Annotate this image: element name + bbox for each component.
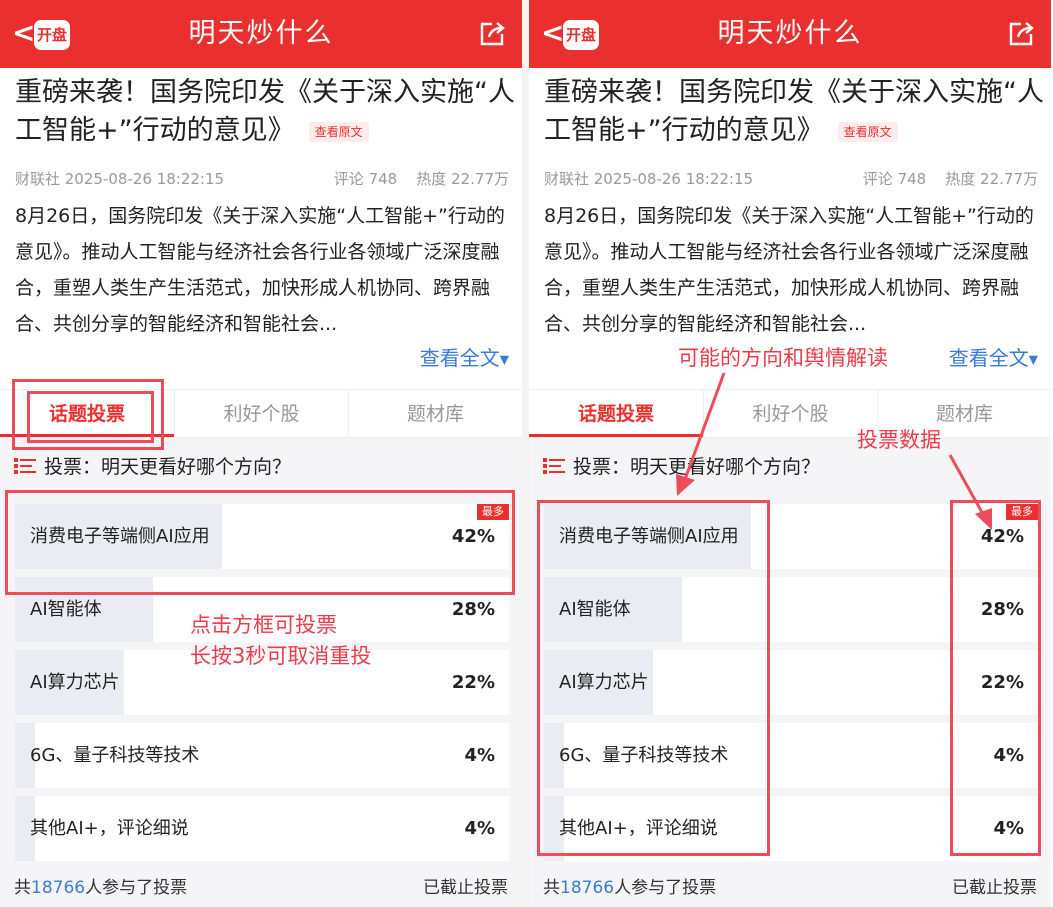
tab-theme-library[interactable]: 题材库 [348, 390, 522, 438]
annotation-long-press: 长按3秒可取消重投 [190, 644, 372, 668]
highlight-box-options [537, 500, 770, 856]
source-time: 财联社 2025-08-26 18:22:15 [544, 170, 754, 188]
vote-footer: 共18766人参与了投票 已截止投票 [14, 876, 508, 900]
page-title: 明天炒什么 [717, 18, 863, 49]
stats: 评论 748 热度 22.77万 [334, 169, 509, 189]
participants-prefix: 共 [543, 878, 560, 898]
article-title: 重磅来袭！国务院印发《关于深入实施“人工智能+”行动的意见》 [544, 77, 1044, 146]
article-headline: 重磅来袭！国务院印发《关于深入实施“人工智能+”行动的意见》 查看原文 [15, 74, 515, 150]
share-icon[interactable] [478, 20, 506, 48]
tab-topic-vote[interactable]: 话题投票 [529, 390, 703, 438]
annotation-direction-interpretation: 可能的方向和舆情解读 [678, 343, 888, 373]
view-original-link[interactable]: 查看原文 [837, 121, 898, 142]
caret-down-icon: ▼ [499, 352, 509, 367]
vote-option-label: AI算力芯片 [30, 672, 120, 693]
comment-count: 评论 748 [333, 170, 398, 188]
tab-beneficiary-stocks[interactable]: 利好个股 [174, 390, 348, 438]
vote-option[interactable]: 其他AI+，评论细说 4% [15, 796, 509, 861]
left-screen-panel: < 开盘 明天炒什么 重磅来袭！国务院印发《关于深入实施“人工智能+”行动的意见… [0, 0, 522, 907]
vote-option-percent: 22% [451, 672, 495, 693]
highlight-box-topic-tab-inner [27, 391, 154, 443]
participants-count: 18766 [31, 878, 86, 898]
stats: 评论 748 热度 22.77万 [863, 169, 1038, 189]
vote-question-text: 投票：明天更看好哪个方向？ [573, 456, 821, 478]
read-more-link[interactable]: 查看全文▼ [949, 341, 1038, 377]
vote-option-percent: 4% [464, 745, 495, 766]
share-icon[interactable] [1007, 20, 1035, 48]
heat-count: 热度 22.77万 [945, 170, 1038, 188]
list-icon [14, 458, 36, 474]
article-title: 重磅来袭！国务院印发《关于深入实施“人工智能+”行动的意见》 [15, 77, 515, 146]
screenshot-composite: < 开盘 明天炒什么 重磅来袭！国务院印发《关于深入实施“人工智能+”行动的意见… [0, 0, 1053, 907]
article-summary: 8月26日，国务院印发《关于深入实施“人工智能+”行动的意见》。推动人工智能与经… [15, 205, 505, 335]
vote-question: 投票：明天更看好哪个方向？ [14, 453, 291, 481]
annotation-tap-to-vote: 点击方框可投票 [190, 613, 337, 637]
participants-count: 18766 [560, 878, 615, 898]
highlight-box-first-option [5, 490, 515, 595]
vote-option-percent: 4% [464, 818, 495, 839]
vote-option[interactable]: 6G、量子科技等技术 4% [15, 723, 509, 788]
article-meta: 财联社 2025-08-26 18:22:15 评论 748 热度 22.77万 [15, 169, 509, 189]
vote-question-text: 投票：明天更看好哪个方向？ [44, 456, 292, 478]
vote-option-label: 其他AI+，评论细说 [30, 818, 189, 839]
participants-prefix: 共 [14, 878, 31, 898]
source-time: 财联社 2025-08-26 18:22:15 [15, 170, 225, 188]
read-more-link[interactable]: 查看全文▼ [420, 341, 509, 377]
top-bar: < 开盘 明天炒什么 [0, 0, 522, 68]
article-summary: 8月26日，国务院印发《关于深入实施“人工智能+”行动的意见》。推动人工智能与经… [544, 205, 1034, 335]
read-more-label: 查看全文 [419, 346, 500, 370]
list-icon [543, 458, 565, 474]
view-original-link[interactable]: 查看原文 [308, 121, 369, 142]
caret-down-icon: ▼ [1028, 352, 1038, 367]
top-bar: < 开盘 明天炒什么 [529, 0, 1051, 68]
tab-beneficiary-stocks[interactable]: 利好个股 [703, 390, 877, 438]
comment-count: 评论 748 [862, 170, 927, 188]
tab-bar: 话题投票 利好个股 题材库 [529, 389, 1051, 438]
heat-count: 热度 22.77万 [416, 170, 509, 188]
read-more-label: 查看全文 [948, 346, 1029, 370]
participants-suffix: 人参与了投票 [85, 878, 188, 898]
article-headline: 重磅来袭！国务院印发《关于深入实施“人工智能+”行动的意见》 查看原文 [544, 74, 1044, 150]
vote-closed-label: 已截止投票 [952, 878, 1037, 898]
annotation-vote-data: 投票数据 [857, 428, 941, 452]
page-title: 明天炒什么 [188, 18, 334, 49]
active-tab-indicator [529, 434, 703, 437]
article-meta: 财联社 2025-08-26 18:22:15 评论 748 热度 22.77万 [544, 169, 1038, 189]
vote-question: 投票：明天更看好哪个方向？ [543, 453, 820, 481]
vote-footer: 共18766人参与了投票 已截止投票 [543, 876, 1037, 900]
vote-closed-label: 已截止投票 [423, 878, 508, 898]
participants-suffix: 人参与了投票 [614, 878, 717, 898]
panel-divider [522, 0, 529, 907]
highlight-box-percentages [950, 500, 1041, 856]
vote-option-label: 6G、量子科技等技术 [30, 745, 200, 766]
right-screen-panel: < 开盘 明天炒什么 重磅来袭！国务院印发《关于深入实施“人工智能+”行动的意见… [529, 0, 1051, 907]
